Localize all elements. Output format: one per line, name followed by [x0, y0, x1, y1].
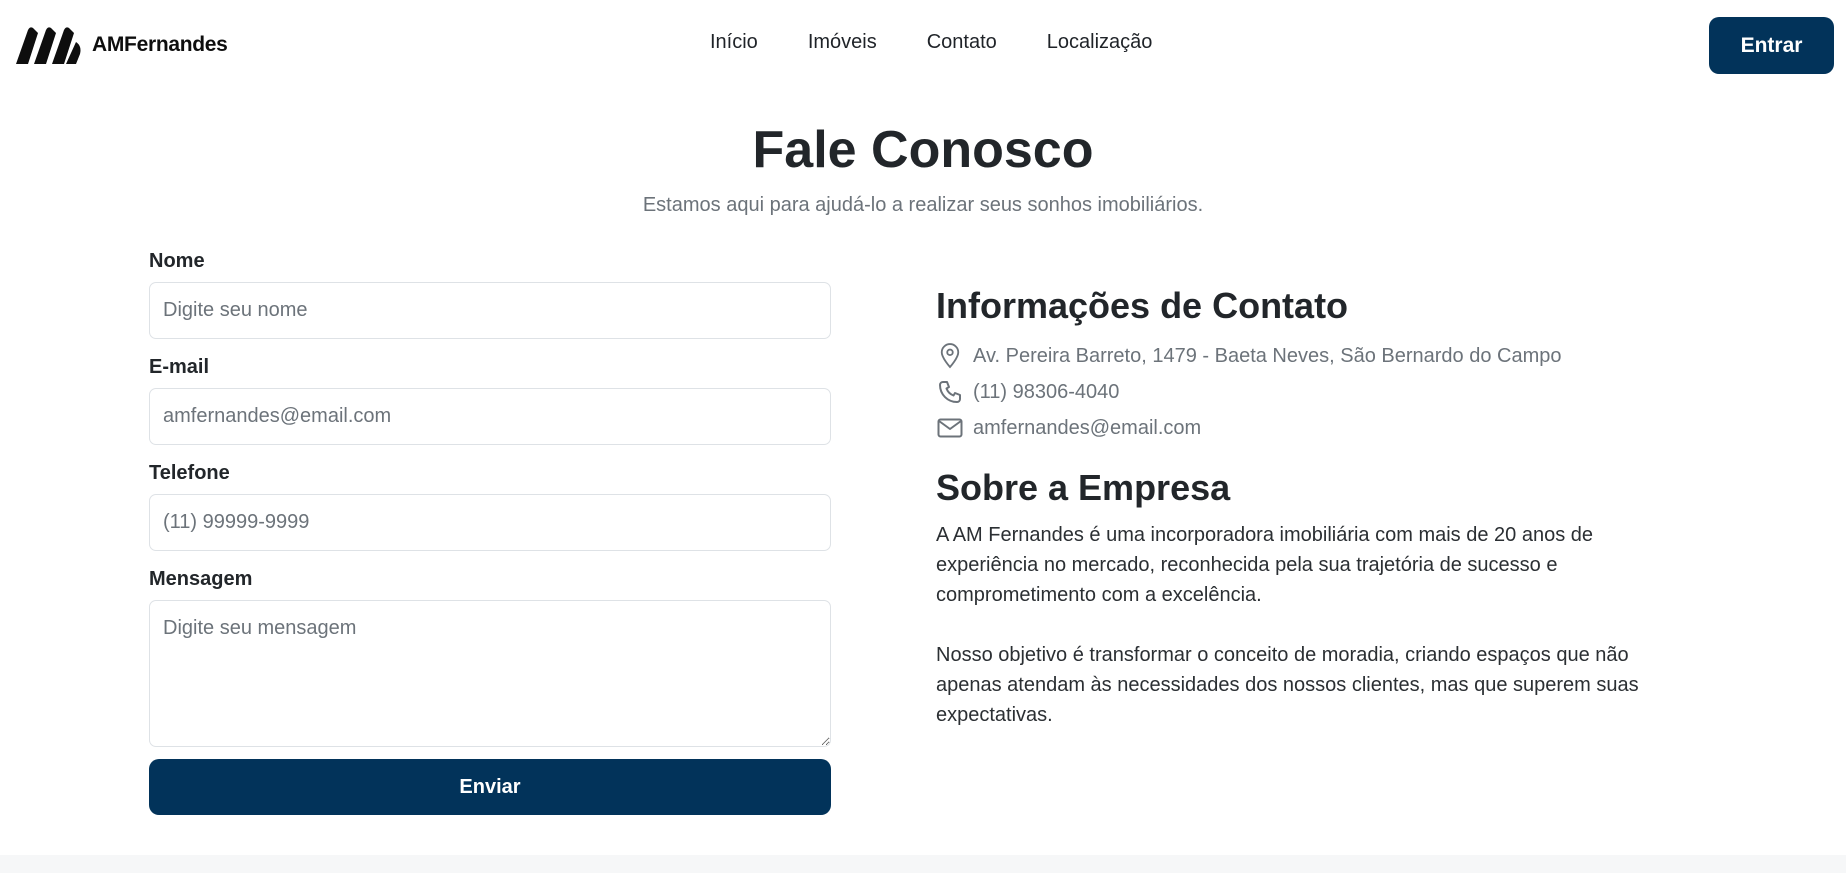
about-paragraph-2: Nosso objetivo é transformar o conceito …: [936, 644, 1639, 726]
nav-item-contato[interactable]: Contato: [927, 31, 997, 54]
mail-icon: [936, 414, 964, 442]
message-textarea[interactable]: [149, 600, 831, 747]
phone-label: Telefone: [149, 462, 230, 484]
page-subtitle: Estamos aqui para ajudá-lo a realizar se…: [642, 194, 1204, 216]
login-button[interactable]: Entrar: [1709, 17, 1834, 74]
about-title: Sobre a Empresa: [936, 467, 1231, 508]
map-pin-icon: [936, 342, 964, 370]
brand-name: AMFernandes: [92, 33, 228, 56]
name-input[interactable]: [149, 282, 831, 339]
message-label: Mensagem: [149, 568, 253, 590]
name-label: Nome: [149, 250, 205, 272]
contact-phone: (11) 98306-4040: [936, 374, 1696, 410]
contact-info-title: Informações de Contato: [936, 285, 1349, 326]
nav-item-imoveis[interactable]: Imóveis: [808, 31, 877, 54]
submit-button[interactable]: Enviar: [149, 759, 831, 815]
phone-icon: [936, 378, 964, 406]
email-text[interactable]: amfernandes@email.com: [973, 417, 1201, 440]
nav-item-inicio[interactable]: Início: [710, 31, 758, 54]
brand-logo[interactable]: AMFernandes: [14, 24, 228, 66]
address-text: Av. Pereira Barreto, 1479 - Baeta Neves,…: [973, 344, 1562, 367]
contact-address: Av. Pereira Barreto, 1479 - Baeta Neves,…: [936, 338, 1696, 374]
page-title: Fale Conosco: [752, 121, 1094, 179]
main-nav: Início Imóveis Contato Localização: [710, 31, 1152, 54]
email-input[interactable]: [149, 388, 831, 445]
logo-icon: [16, 27, 81, 64]
about-paragraph-1: A AM Fernandes é uma incorporadora imobi…: [936, 524, 1594, 606]
contact-form: Nome E-mail Telefone Mensagem Enviar: [149, 248, 831, 815]
nav-item-localizacao[interactable]: Localização: [1047, 31, 1153, 54]
phone-text[interactable]: (11) 98306-4040: [973, 381, 1119, 404]
footer-strip: [0, 855, 1846, 873]
contact-list: Av. Pereira Barreto, 1479 - Baeta Neves,…: [936, 338, 1696, 446]
email-label: E-mail: [149, 356, 210, 378]
site-header: AMFernandes Início Imóveis Contato Local…: [0, 0, 1846, 90]
contact-email: amfernandes@email.com: [936, 410, 1696, 446]
contact-info-section: Informações de Contato Av. Pereira Barre…: [936, 282, 1696, 730]
phone-input[interactable]: [149, 494, 831, 551]
